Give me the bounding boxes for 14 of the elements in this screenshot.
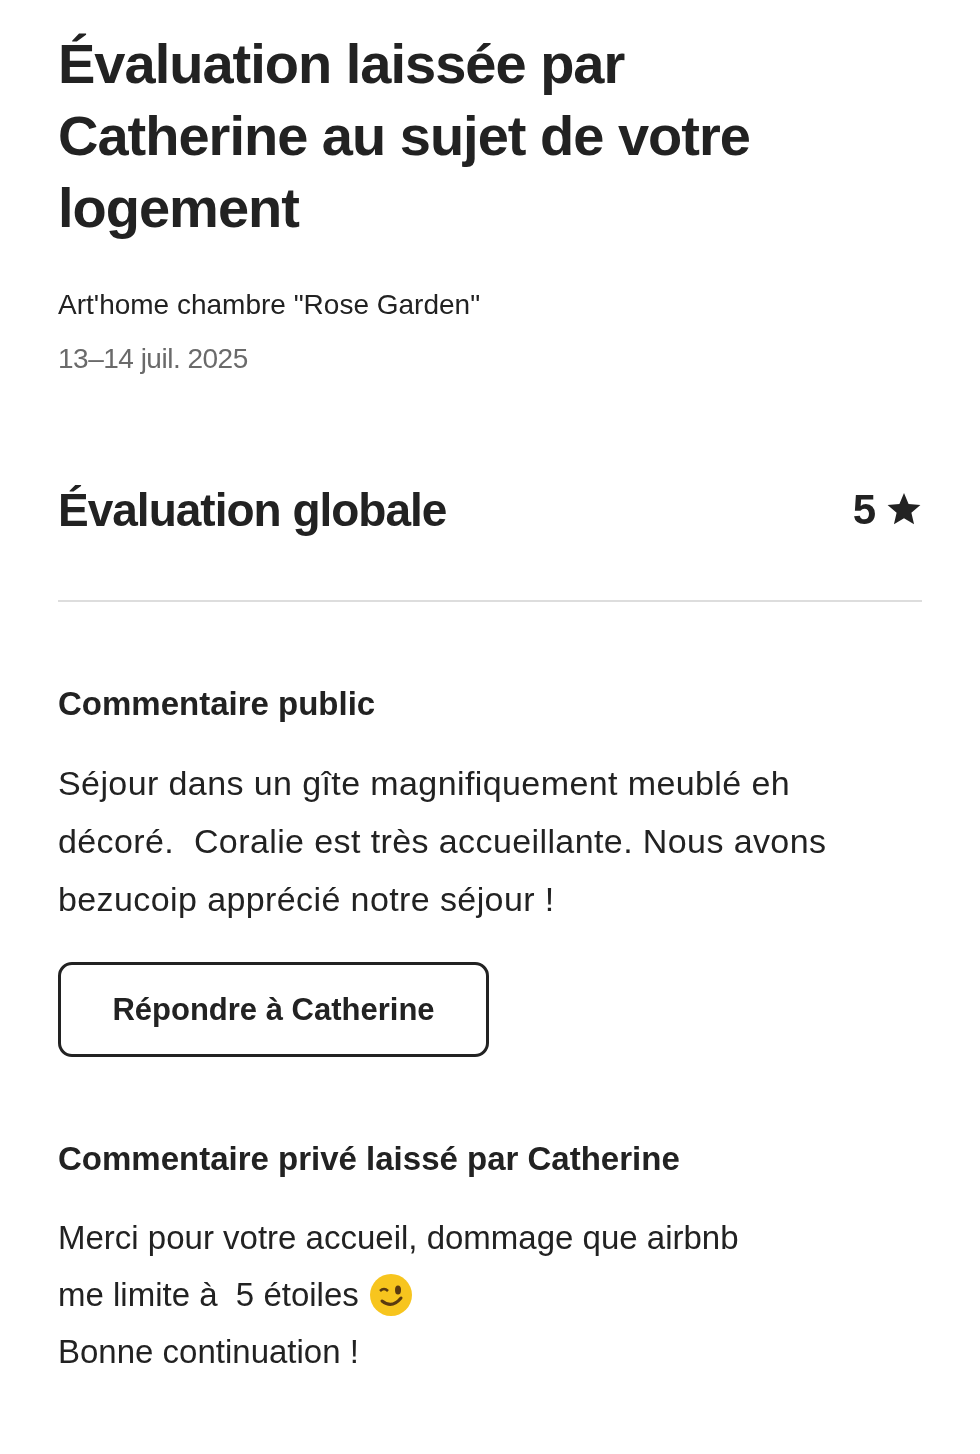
winking-face-icon <box>368 1272 413 1317</box>
reply-button[interactable]: Répondre à Catherine <box>58 962 489 1057</box>
overall-rating-label: Évaluation globale <box>58 483 447 537</box>
listing-name: Art'home chambre "Rose Garden" <box>58 288 482 322</box>
page-title: Évaluation laissée par Catherine au sujet de votre logement <box>58 31 751 241</box>
public-comment-text: Séjour dans un gîte magnifiquement meublé eh décoré. Coralie est très accueillante. Nous avons bezucoip apprécié notre séjour ! <box>58 763 828 920</box>
star-icon <box>886 493 922 527</box>
private-comment-text: Merci pour votre accueil, dommage que airbnb <box>58 1218 739 1258</box>
section-heading: Commentaire privé laissé par Catherine <box>58 1139 681 1179</box>
stay-dates: 13–14 juil. 2025 <box>58 342 249 376</box>
rating-value: 5 <box>852 486 876 534</box>
private-comment-text: Bonne continuation ! <box>58 1332 359 1372</box>
section-heading: Commentaire public <box>58 684 377 724</box>
private-comment-text: me limite à 5 étoiles <box>58 1275 359 1315</box>
